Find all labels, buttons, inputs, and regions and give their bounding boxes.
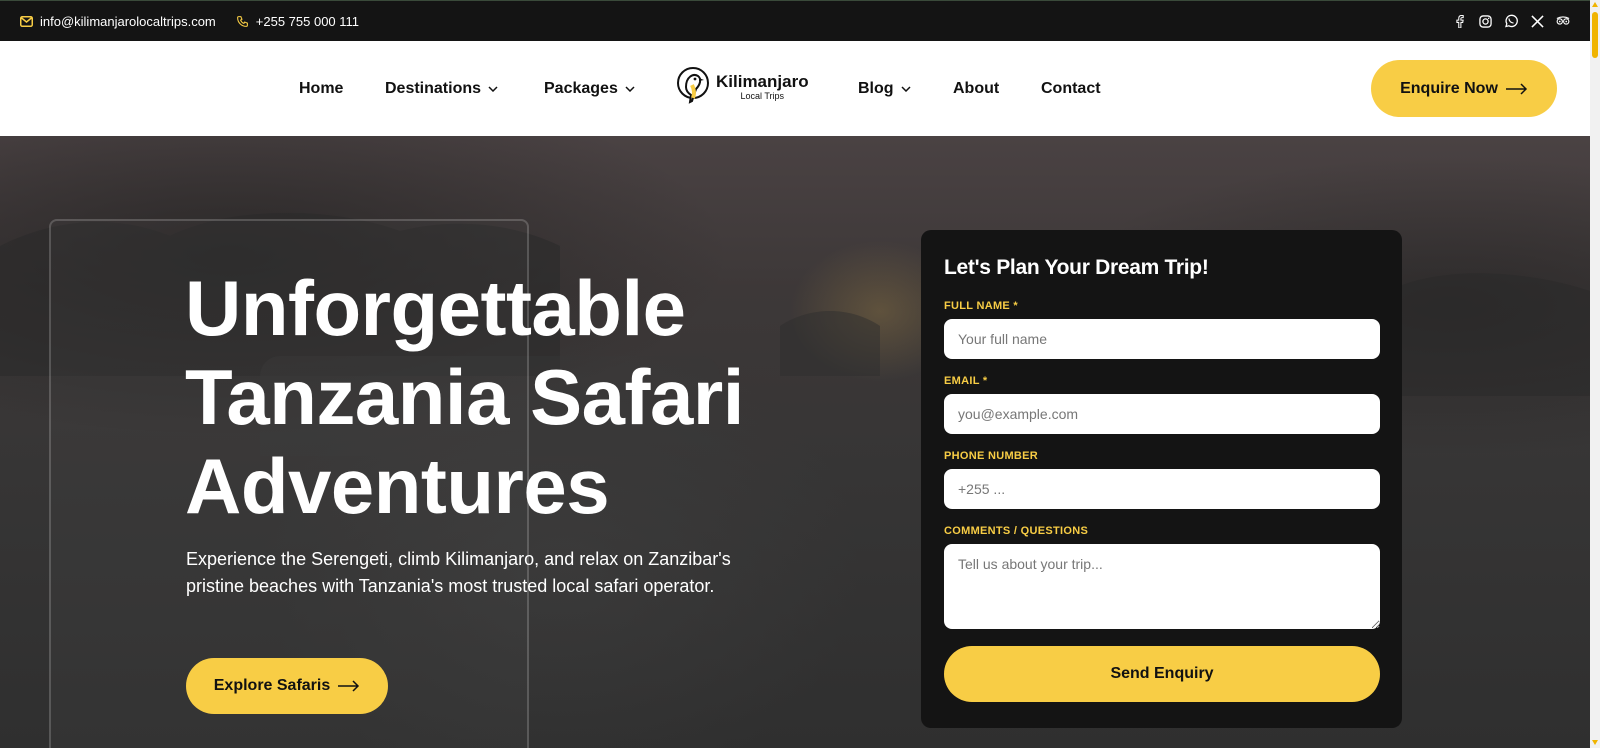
nav-label-about[interactable]: About [953,80,999,98]
instagram-icon[interactable] [1478,14,1492,28]
chevron-down-icon [488,85,498,92]
email-input[interactable] [944,394,1380,434]
tripadvisor-icon[interactable] [1556,14,1570,28]
hero-title-line-3: Adventures [185,442,610,530]
email-label: EMAIL * [944,375,988,387]
phone-text[interactable]: +255 755 000 111 [256,14,359,29]
nav-label-destinations[interactable]: Destinations [385,80,481,98]
comments-textarea[interactable] [944,544,1380,629]
nav-item-destinations[interactable]: Destinations [385,41,498,136]
nav-destinations-wrap[interactable]: Destinations [385,80,498,98]
phone-label: PHONE NUMBER [944,450,1039,462]
scroll-down-arrow-icon[interactable] [1592,740,1598,745]
chevron-down-icon [625,85,635,92]
whatsapp-icon[interactable] [1504,14,1518,28]
mail-icon [20,15,33,27]
site-header: Home Destinations Packages Kilimanjaro L… [0,41,1590,136]
phone-input[interactable] [944,469,1380,509]
explore-safaris-button[interactable]: Explore Safaris [186,658,388,714]
scroll-up-arrow-icon[interactable] [1592,2,1598,7]
hero-title: Unforgettable Tanzania Safari Adventures [185,264,785,531]
nav-item-home[interactable]: Home [299,41,343,136]
arrow-right-icon [1505,82,1527,95]
page-scrollbar[interactable] [1590,0,1600,748]
enquiry-form: Let's Plan Your Dream Trip! FULL NAME * … [921,230,1402,728]
email-contact[interactable]: info@kilimanjarolocaltrips.com [20,14,216,29]
nav-packages-wrap[interactable]: Packages [544,80,635,98]
nav-label-home[interactable]: Home [299,80,343,98]
nav-label-packages[interactable]: Packages [544,80,618,98]
logo-subtitle: Local Trips [740,91,785,101]
hero-section: Unforgettable Tanzania Safari Adventures… [0,136,1590,748]
nav-item-about[interactable]: About [953,41,999,136]
full-name-label: FULL NAME * [944,300,1018,312]
nav-label-contact[interactable]: Contact [1041,80,1101,98]
enquire-now-label[interactable]: Enquire Now [1400,80,1498,98]
comments-label: COMMENTS / QUESTIONS [944,525,1089,537]
hero-title-line-2: Tanzania Safari [185,353,744,441]
enquire-now-button[interactable]: Enquire Now [1371,60,1557,117]
logo-title: Kilimanjaro [716,72,809,91]
explore-safaris-label[interactable]: Explore Safaris [214,677,331,695]
hero-subtitle: Experience the Serengeti, climb Kilimanj… [186,549,731,596]
chevron-down-icon [901,85,911,92]
x-icon[interactable] [1530,14,1544,28]
nav-item-contact[interactable]: Contact [1041,41,1101,136]
phone-icon [236,15,248,27]
nav-item-blog[interactable]: Blog [858,41,911,136]
scrollbar-thumb[interactable] [1592,12,1598,58]
full-name-input[interactable] [944,319,1380,359]
bird-logo-icon [677,67,709,104]
form-title: Let's Plan Your Dream Trip! [944,256,1209,279]
hero-title-line-1: Unforgettable [185,264,686,352]
site-logo[interactable]: Kilimanjaro Local Trips [676,65,809,109]
email-text[interactable]: info@kilimanjarolocaltrips.com [40,14,216,29]
nav-label-blog[interactable]: Blog [858,80,894,98]
arrow-right-icon [338,680,360,692]
facebook-icon[interactable] [1452,14,1466,28]
social-links [1452,14,1570,28]
logo-text: Kilimanjaro Local Trips [716,73,809,101]
nav-blog-wrap[interactable]: Blog [858,80,911,98]
phone-contact[interactable]: +255 755 000 111 [236,14,359,29]
top-bar: info@kilimanjarolocaltrips.com +255 755 … [0,0,1590,41]
nav-item-packages[interactable]: Packages [544,41,635,136]
send-enquiry-button[interactable]: Send Enquiry [944,646,1380,702]
